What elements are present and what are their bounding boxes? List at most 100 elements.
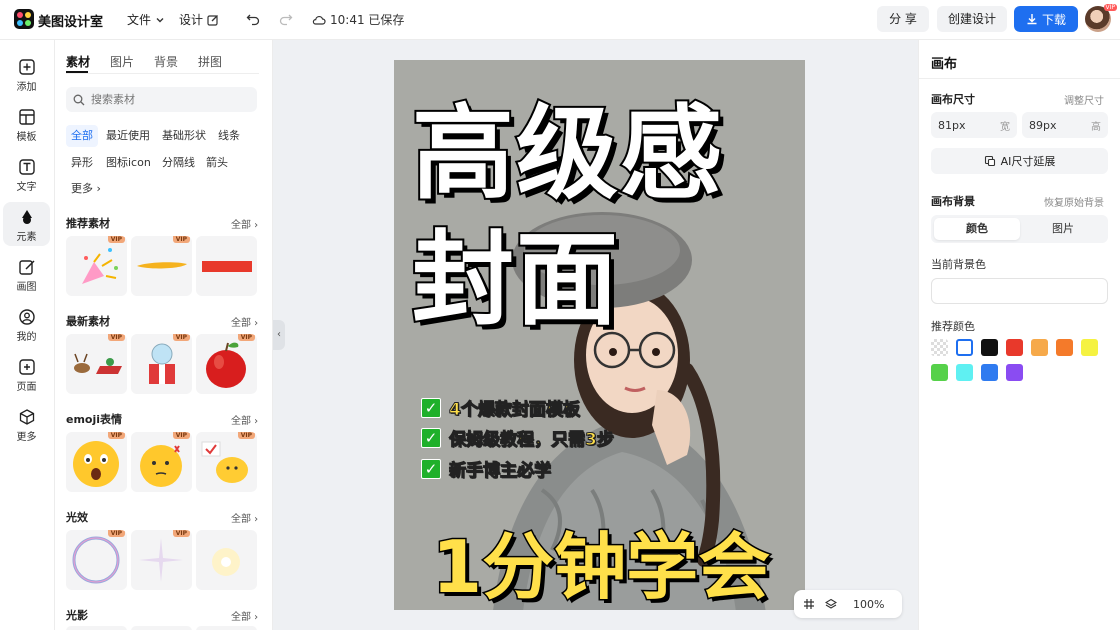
undo-icon[interactable]	[246, 12, 260, 26]
bubble-icon	[72, 536, 120, 584]
material-thumb-party-popper[interactable]: VIP	[66, 236, 127, 296]
bg-type-image[interactable]: 图片	[1020, 218, 1106, 240]
rail-item-elements[interactable]: 元素	[3, 202, 50, 246]
vip-badge: VIP	[237, 432, 255, 439]
bullet-item[interactable]: ✓ 保姆级教程，只需3步	[421, 425, 615, 451]
effect-thumb-glow[interactable]	[196, 530, 257, 590]
text-icon	[18, 159, 35, 175]
rail-label: 画图	[16, 282, 37, 293]
grid-icon[interactable]	[803, 598, 815, 610]
bullet-item[interactable]: ✓ 新手博主必学	[421, 456, 552, 482]
rail-item-draw[interactable]: 画图	[3, 252, 50, 296]
design-menu[interactable]: 设计	[179, 11, 219, 28]
zoom-level[interactable]: 100%	[853, 598, 884, 611]
emoji-thumb-thinking[interactable]: VIP	[131, 432, 192, 492]
create-design-button[interactable]: 创建设计	[937, 6, 1007, 32]
cover-bottom-title[interactable]: 1分钟学会	[430, 508, 771, 611]
cube-icon	[19, 409, 34, 425]
vip-badge: VIP	[237, 334, 255, 341]
chip-all[interactable]: 全部	[66, 125, 98, 147]
width-field[interactable]: 81px 宽	[931, 112, 1017, 138]
ai-extend-button[interactable]: AI尺寸延展	[931, 148, 1108, 174]
design-artboard[interactable]: 高级感 封面 ✓ 4个爆款封面模板 ✓ 保姆级教程，只需3步 ✓ 新手博主必学 …	[394, 60, 805, 610]
material-panel: 素材 图片 背景 拼图 全部 最近使用 基础形状 线条 异形 图标icon 分隔…	[55, 40, 273, 630]
chip-basic-shapes[interactable]: 基础形状	[157, 125, 211, 147]
chip-dividers[interactable]: 分隔线	[157, 152, 200, 174]
swatch-yellow[interactable]	[1081, 339, 1098, 356]
chip-irregular[interactable]: 异形	[66, 152, 98, 174]
bg-type-toggle: 颜色 图片	[931, 215, 1108, 243]
rail-item-template[interactable]: 模板	[3, 102, 50, 146]
material-thumb-apple[interactable]: VIP	[196, 334, 257, 394]
cover-title-line1[interactable]: 高级感	[410, 72, 724, 219]
swatch-red[interactable]	[1006, 339, 1023, 356]
search-input[interactable]	[91, 93, 241, 106]
light-shadow-thumb[interactable]	[196, 626, 257, 630]
chip-arrows[interactable]: 箭头	[201, 152, 233, 174]
swatch-light-orange[interactable]	[1031, 339, 1048, 356]
light-shadow-thumb[interactable]	[131, 626, 192, 630]
swatch-black[interactable]	[981, 339, 998, 356]
tab-images[interactable]: 图片	[110, 53, 134, 70]
rail-label: 添加	[16, 82, 37, 93]
section-all-link[interactable]: 全部 ›	[231, 510, 258, 525]
user-avatar[interactable]: VIP	[1085, 4, 1117, 32]
effect-thumb-sparkle[interactable]: VIP	[131, 530, 192, 590]
rail-item-pages[interactable]: 页面	[3, 352, 50, 396]
redo-icon[interactable]	[279, 12, 293, 26]
app-logo-icon[interactable]	[14, 9, 34, 29]
app-title[interactable]: 美图设计室	[38, 11, 103, 30]
chip-more[interactable]: 更多 ›	[66, 178, 106, 200]
rail-item-more[interactable]: 更多	[3, 402, 50, 446]
apple-icon	[206, 342, 246, 388]
emoji-thumb-scared[interactable]: VIP	[66, 432, 127, 492]
file-menu[interactable]: 文件	[127, 11, 165, 28]
tab-collage[interactable]: 拼图	[198, 53, 222, 70]
section-all-link[interactable]: 全部 ›	[231, 216, 258, 231]
light-shadow-thumb[interactable]	[66, 626, 127, 630]
section-all-link[interactable]: 全部 ›	[231, 412, 258, 427]
bullet-text: 保姆级教程，只需3步	[449, 430, 615, 451]
top-bar: 美图设计室 文件 设计 10:41 已保存 分 享 创建设计 下载 VIP	[0, 0, 1120, 40]
swatch-orange[interactable]	[1056, 339, 1073, 356]
search-box[interactable]	[66, 87, 257, 112]
active-tab-indicator	[66, 71, 88, 73]
height-field[interactable]: 89px 高	[1022, 112, 1108, 138]
tab-materials[interactable]: 素材	[66, 53, 90, 70]
download-button[interactable]: 下载	[1014, 6, 1078, 32]
effect-thumb-bubble[interactable]: VIP	[66, 530, 127, 590]
width-unit: 宽	[1000, 121, 1010, 133]
swatch-green[interactable]	[931, 364, 948, 381]
material-thumb-red-bar[interactable]	[196, 236, 257, 296]
material-thumb-sleigh[interactable]: VIP	[66, 334, 127, 394]
collapse-panel-button[interactable]: ‹	[273, 320, 285, 350]
adjust-size-link[interactable]: 调整尺寸	[1064, 92, 1104, 107]
material-thumb-gift[interactable]: VIP	[131, 334, 192, 394]
emoji-thumb-chick[interactable]: VIP	[196, 432, 257, 492]
swatch-cyan[interactable]	[956, 364, 973, 381]
shapes-icon	[21, 210, 32, 224]
chip-icons[interactable]: 图标icon	[101, 152, 156, 174]
swatch-white[interactable]	[956, 339, 973, 356]
section-all-link[interactable]: 全部 ›	[231, 314, 258, 329]
layers-icon[interactable]	[825, 598, 837, 610]
material-thumb-brush-stroke[interactable]: VIP	[131, 236, 192, 296]
current-bg-color[interactable]	[931, 278, 1108, 304]
chip-more-label: 更多	[71, 182, 93, 195]
section-all-link[interactable]: 全部 ›	[231, 608, 258, 623]
cover-title-line2[interactable]: 封面	[410, 198, 620, 345]
bg-type-color[interactable]: 颜色	[934, 218, 1020, 240]
swatch-blue[interactable]	[981, 364, 998, 381]
swatch-transparent[interactable]	[931, 339, 948, 356]
canvas-bg-label: 画布背景	[931, 195, 975, 208]
bullet-item[interactable]: ✓ 4个爆款封面模板	[421, 395, 580, 421]
rail-item-add[interactable]: 添加	[3, 52, 50, 96]
chip-recent[interactable]: 最近使用	[101, 125, 155, 147]
chip-lines[interactable]: 线条	[213, 125, 245, 147]
swatch-purple[interactable]	[1006, 364, 1023, 381]
share-button[interactable]: 分 享	[877, 6, 929, 32]
rail-item-mine[interactable]: 我的	[3, 302, 50, 346]
tab-backgrounds[interactable]: 背景	[154, 53, 178, 70]
rail-item-text[interactable]: 文字	[3, 152, 50, 196]
restore-bg-link[interactable]: 恢复原始背景	[1044, 194, 1104, 209]
